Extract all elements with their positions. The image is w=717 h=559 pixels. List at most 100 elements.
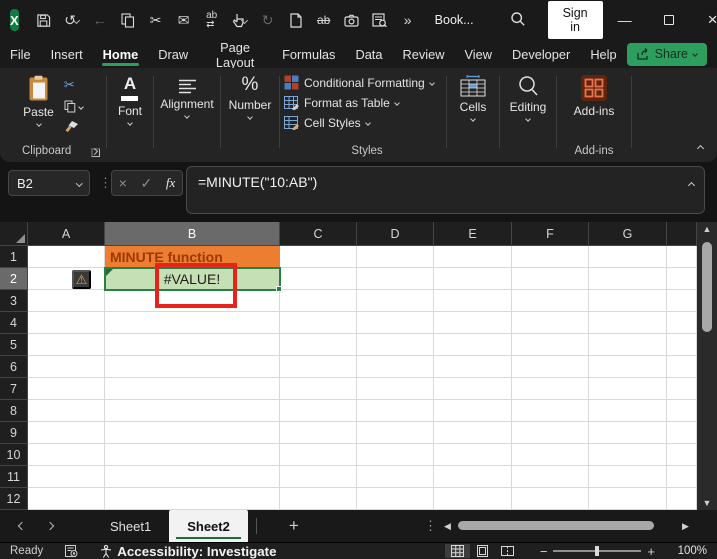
cell-C1[interactable] [280, 246, 357, 268]
cell-A10[interactable] [28, 444, 105, 466]
row-header-2[interactable]: 2 [0, 268, 28, 290]
cell-B12[interactable] [105, 488, 280, 510]
cell-B3[interactable] [105, 290, 280, 312]
cell-partial-3[interactable] [667, 290, 697, 312]
addins-button[interactable]: Add-ins [574, 75, 614, 118]
page-break-preview-button[interactable] [495, 544, 520, 558]
cell-F8[interactable] [512, 400, 589, 422]
cell-A8[interactable] [28, 400, 105, 422]
cell-G7[interactable] [589, 378, 667, 400]
camera-button[interactable] [339, 6, 365, 34]
cell-B2[interactable]: #VALUE! [105, 268, 280, 290]
cell-D8[interactable] [357, 400, 434, 422]
insert-function-button[interactable]: fx [166, 175, 175, 191]
previous-sheet-button[interactable] [8, 512, 36, 540]
cell-D9[interactable] [357, 422, 434, 444]
cell-E11[interactable] [434, 466, 512, 488]
cell-D2[interactable] [357, 268, 434, 290]
cell-B9[interactable] [105, 422, 280, 444]
cell-partial-6[interactable] [667, 356, 697, 378]
scroll-down-icon[interactable]: ▼ [697, 498, 717, 508]
hscroll-left-icon[interactable]: ◀ [444, 521, 451, 532]
tab-insert[interactable]: Insert [41, 40, 93, 68]
clipboard-dialog-launcher-icon[interactable] [91, 148, 100, 157]
cell-A5[interactable] [28, 334, 105, 356]
row-header-3[interactable]: 3 [0, 290, 28, 312]
mail-button[interactable]: ✉ [171, 6, 197, 34]
cell-C4[interactable] [280, 312, 357, 334]
cell-F1[interactable] [512, 246, 589, 268]
cell-C2[interactable] [280, 268, 357, 290]
cell-D10[interactable] [357, 444, 434, 466]
sheet-tab-sheet1[interactable]: Sheet1 [92, 510, 169, 542]
cell-partial-7[interactable] [667, 378, 697, 400]
tab-page-layout[interactable]: Page Layout [198, 40, 272, 70]
cell-partial-2[interactable] [667, 268, 697, 290]
alignment-menu-button[interactable]: Alignment [160, 75, 214, 119]
cell-G11[interactable] [589, 466, 667, 488]
cell-A2[interactable] [28, 268, 105, 290]
cell-A11[interactable] [28, 466, 105, 488]
cell-G5[interactable] [589, 334, 667, 356]
scroll-up-icon[interactable]: ▲ [697, 224, 717, 234]
row-header-8[interactable]: 8 [0, 400, 28, 422]
cell-G12[interactable] [589, 488, 667, 510]
row-header-10[interactable]: 10 [0, 444, 28, 466]
row-header-7[interactable]: 7 [0, 378, 28, 400]
more-commands-button[interactable]: » [395, 6, 421, 34]
cell-F4[interactable] [512, 312, 589, 334]
cell-G3[interactable] [589, 290, 667, 312]
close-button[interactable]: × [691, 0, 717, 40]
cell-G10[interactable] [589, 444, 667, 466]
cell-partial-5[interactable] [667, 334, 697, 356]
cell-C11[interactable] [280, 466, 357, 488]
cell-D4[interactable] [357, 312, 434, 334]
cell-C12[interactable] [280, 488, 357, 510]
tab-view[interactable]: View [454, 40, 502, 68]
row-header-5[interactable]: 5 [0, 334, 28, 356]
cell-E6[interactable] [434, 356, 512, 378]
maximize-button[interactable] [647, 0, 691, 40]
macro-record-button[interactable] [65, 545, 78, 557]
col-header-G[interactable]: G [589, 222, 667, 246]
cell-B6[interactable] [105, 356, 280, 378]
cell-partial-9[interactable] [667, 422, 697, 444]
undo-menu-chevron-icon[interactable] [72, 16, 81, 24]
cell-G4[interactable] [589, 312, 667, 334]
cell-C9[interactable] [280, 422, 357, 444]
minimize-button[interactable]: — [603, 0, 647, 40]
cell-partial-10[interactable] [667, 444, 697, 466]
zoom-slider[interactable] [553, 546, 642, 556]
row-header-4[interactable]: 4 [0, 312, 28, 334]
cell-A7[interactable] [28, 378, 105, 400]
cell-C10[interactable] [280, 444, 357, 466]
zoom-out-button[interactable]: − [534, 544, 554, 559]
cell-B10[interactable] [105, 444, 280, 466]
cell-B4[interactable] [105, 312, 280, 334]
cell-C3[interactable] [280, 290, 357, 312]
redo-button[interactable]: ↻ [255, 6, 281, 34]
collapse-formula-bar-button[interactable] [687, 176, 696, 191]
cell-D7[interactable] [357, 378, 434, 400]
share-button[interactable]: Share [626, 42, 707, 66]
cell-A3[interactable] [28, 290, 105, 312]
tab-file[interactable]: File [0, 40, 41, 68]
collapse-ribbon-button[interactable] [696, 139, 705, 154]
cell-E8[interactable] [434, 400, 512, 422]
copy-small-button[interactable] [64, 100, 84, 113]
cell-E10[interactable] [434, 444, 512, 466]
cell-A4[interactable] [28, 312, 105, 334]
undo-button[interactable]: ↺ [59, 6, 85, 34]
vertical-scrollbar[interactable]: ▲ ▼ [697, 222, 717, 510]
col-header-partial[interactable] [667, 222, 697, 246]
cell-F11[interactable] [512, 466, 589, 488]
accessibility-checker-button[interactable]: Accessibility: Investigate [100, 544, 277, 559]
cell-E4[interactable] [434, 312, 512, 334]
cell-G9[interactable] [589, 422, 667, 444]
tab-help[interactable]: Help [580, 40, 626, 68]
sheet-tab-sheet2[interactable]: Sheet2 [169, 510, 248, 542]
cell-A12[interactable] [28, 488, 105, 510]
format-as-table-button[interactable]: Format as Table [284, 95, 400, 110]
col-header-D[interactable]: D [357, 222, 434, 246]
search-button[interactable] [510, 11, 526, 30]
